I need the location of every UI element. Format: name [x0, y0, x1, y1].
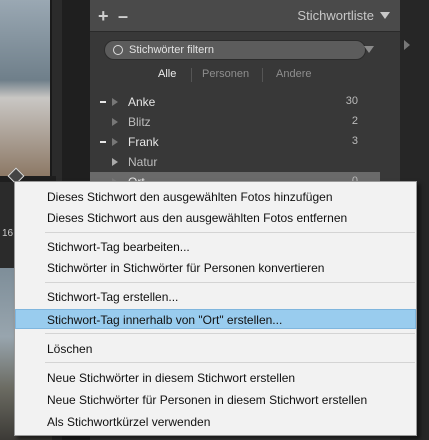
keyword-filter-tabs: Alle Personen Andere	[90, 68, 400, 84]
search-options-dropdown-icon[interactable]	[364, 46, 374, 53]
search-icon	[113, 45, 123, 55]
filter-other[interactable]: Andere	[276, 68, 311, 80]
keyword-label: Anke	[128, 95, 156, 109]
expand-arrow-icon[interactable]	[112, 158, 118, 166]
menu-item-add-keyword-to-photos[interactable]: Dieses Stichwort den ausgewählten Fotos …	[16, 187, 415, 207]
keyword-label: Natur	[128, 155, 158, 169]
keyword-row[interactable]: Frank 3	[90, 132, 380, 152]
menu-separator	[45, 232, 415, 233]
keyword-filter-input[interactable]: Stichwörter filtern	[104, 40, 366, 60]
keyword-context-menu: Dieses Stichwort den ausgewählten Fotos …	[14, 181, 417, 436]
remove-keyword-button[interactable]: –	[118, 6, 128, 26]
add-keyword-button[interactable]: +	[98, 6, 109, 26]
keyword-count: 2	[351, 115, 358, 127]
expand-arrow-icon[interactable]	[112, 118, 118, 126]
thumbnail-caption: 16	[2, 228, 14, 239]
menu-item-remove-keyword-from-photos[interactable]: Dieses Stichwort aus den ausgewählten Fo…	[16, 208, 415, 228]
keyword-in-selection-icon	[100, 101, 106, 103]
filter-separator	[262, 68, 263, 82]
menu-item-create-keyword-tag[interactable]: Stichwort-Tag erstellen...	[16, 287, 415, 307]
expand-arrow-icon[interactable]	[112, 98, 118, 106]
filter-separator	[191, 68, 192, 82]
keyword-count: 3	[351, 135, 358, 147]
collapse-panel-icon[interactable]	[380, 12, 390, 19]
keyword-row[interactable]: Natur	[90, 152, 380, 172]
keyword-in-selection-icon	[100, 141, 106, 143]
panel-expand-arrow-icon[interactable]	[404, 40, 410, 50]
menu-item-edit-keyword-tag[interactable]: Stichwort-Tag bearbeiten...	[16, 237, 415, 257]
filter-all[interactable]: Alle	[158, 68, 176, 80]
keyword-count: 30	[345, 95, 358, 107]
menu-item-create-keyword-tag-inside[interactable]: Stichwort-Tag innerhalb von "Ort" erstel…	[15, 309, 416, 329]
menu-separator	[45, 333, 415, 334]
keyword-label: Frank	[128, 135, 159, 149]
filter-persons[interactable]: Personen	[202, 68, 249, 80]
thumbnail-photo[interactable]	[0, 0, 52, 178]
menu-separator	[45, 362, 415, 363]
menu-item-new-keywords-inside[interactable]: Neue Stichwörter in diesem Stichwort ers…	[16, 368, 415, 388]
panel-header: + – Stichwortliste	[90, 0, 400, 32]
keyword-label: Blitz	[128, 115, 151, 129]
menu-item-delete[interactable]: Löschen	[16, 339, 415, 359]
menu-item-use-as-keyword-shortcut[interactable]: Als Stichwortkürzel verwenden	[16, 412, 415, 432]
menu-separator	[45, 282, 415, 283]
keyword-filter-placeholder: Stichwörter filtern	[129, 44, 214, 56]
menu-item-convert-to-person-keywords[interactable]: Stichwörter in Stichwörter für Personen …	[16, 258, 415, 278]
menu-item-new-person-keywords-inside[interactable]: Neue Stichwörter für Personen in diesem …	[16, 390, 415, 410]
keyword-row[interactable]: Blitz 2	[90, 112, 380, 132]
keyword-row[interactable]: Anke 30	[90, 92, 380, 112]
panel-title: Stichwortliste	[297, 8, 374, 23]
expand-arrow-icon[interactable]	[112, 138, 118, 146]
